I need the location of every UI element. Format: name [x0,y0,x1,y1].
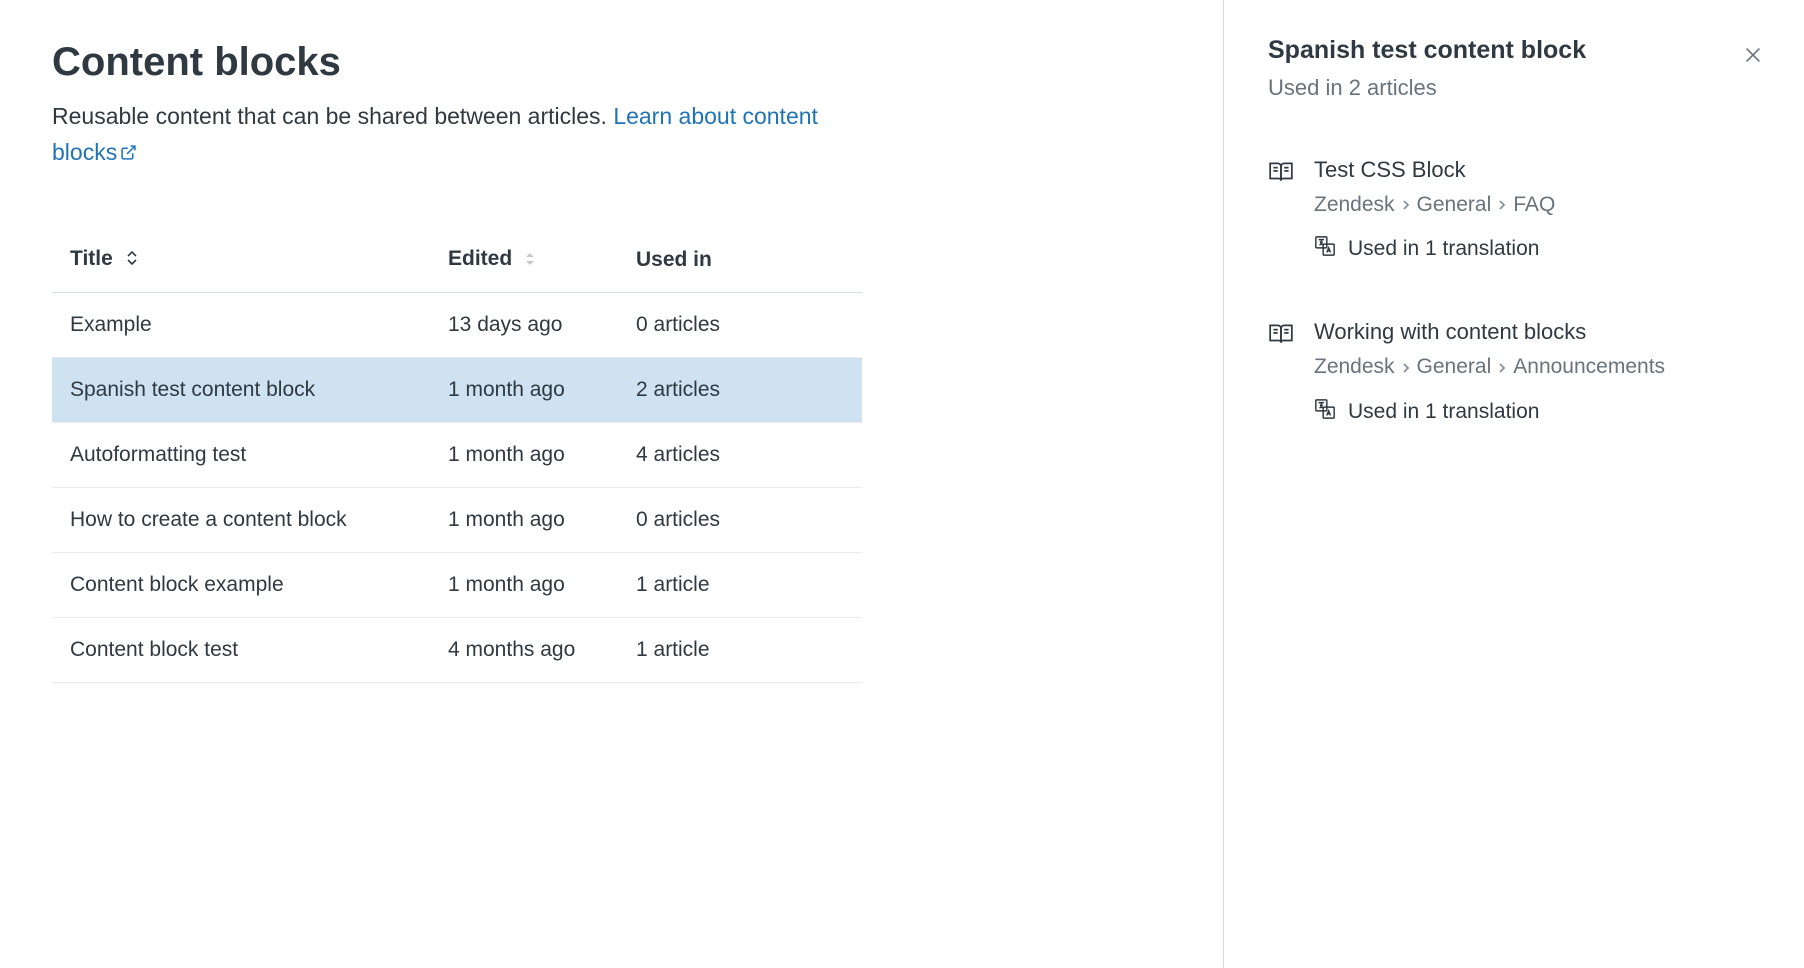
table-cell-edited: 1 month ago [430,422,618,487]
table-cell-used_in: 1 article [618,552,862,617]
chevron-right-icon [1497,193,1507,217]
translation-text: Used in 1 translation [1348,237,1539,261]
table-cell-title: How to create a content block [52,487,430,552]
page-description-text: Reusable content that can be shared betw… [52,103,613,129]
detail-panel: Spanish test content block Used in 2 art… [1224,0,1804,968]
table-cell-edited: 1 month ago [430,552,618,617]
translation-info: Used in 1 translation [1314,235,1764,263]
sort-inactive-icon [524,248,536,272]
article-item[interactable]: Working with content blocks Zendesk Genera… [1268,319,1764,425]
translation-info: Used in 1 translation [1314,398,1764,426]
table-cell-title: Autoformatting test [52,422,430,487]
table-cell-edited: 13 days ago [430,292,618,357]
table-cell-title: Example [52,292,430,357]
book-icon [1268,159,1294,263]
table-cell-title: Spanish test content block [52,357,430,422]
close-icon [1742,50,1764,70]
content-blocks-table: Title Edited Used in [52,231,862,682]
page-description: Reusable content that can be shared betw… [52,99,832,171]
book-icon [1268,321,1294,425]
article-item[interactable]: Test CSS Block Zendesk General FAQ Used in 1… [1268,157,1764,263]
table-cell-edited: 1 month ago [430,487,618,552]
article-body: Working with content blocks Zendesk Genera… [1314,319,1764,425]
panel-subtitle: Used in 2 articles [1268,75,1764,101]
close-button[interactable] [1742,44,1764,71]
table-row[interactable]: Spanish test content block1 month ago2 a… [52,357,862,422]
table-cell-edited: 4 months ago [430,617,618,682]
table-cell-edited: 1 month ago [430,357,618,422]
main-content: Content blocks Reusable content that can… [0,0,1224,968]
table-cell-used_in: 0 articles [618,292,862,357]
breadcrumb-segment[interactable]: Zendesk [1314,193,1395,216]
page-title: Content blocks [52,40,1223,85]
breadcrumb-segment[interactable]: General [1417,193,1492,216]
breadcrumb: Zendesk General Announcements [1314,355,1764,379]
table-row[interactable]: Example13 days ago0 articles [52,292,862,357]
table-cell-used_in: 1 article [618,617,862,682]
sort-active-icon [125,248,139,272]
table-cell-used_in: 2 articles [618,357,862,422]
breadcrumb: Zendesk General FAQ [1314,193,1764,217]
chevron-right-icon [1497,356,1507,380]
article-title: Working with content blocks [1314,319,1764,345]
article-body: Test CSS Block Zendesk General FAQ Used in 1… [1314,157,1764,263]
chevron-right-icon [1401,193,1411,217]
table-row[interactable]: Content block example1 month ago1 articl… [52,552,862,617]
panel-title: Spanish test content block [1268,36,1764,65]
column-header-edited[interactable]: Edited [430,231,618,292]
column-header-title[interactable]: Title [52,231,430,292]
table-cell-used_in: 0 articles [618,487,862,552]
translation-icon [1314,398,1336,426]
table-row[interactable]: Autoformatting test1 month ago4 articles [52,422,862,487]
table-row[interactable]: Content block test4 months ago1 article [52,617,862,682]
table-cell-used_in: 4 articles [618,422,862,487]
table-cell-title: Content block test [52,617,430,682]
breadcrumb-segment[interactable]: FAQ [1513,193,1555,216]
external-link-icon [120,136,137,172]
translation-text: Used in 1 translation [1348,400,1539,424]
chevron-right-icon [1401,356,1411,380]
article-title: Test CSS Block [1314,157,1764,183]
breadcrumb-segment[interactable]: Zendesk [1314,355,1395,378]
table-cell-title: Content block example [52,552,430,617]
breadcrumb-segment[interactable]: Announcements [1513,355,1665,378]
table-row[interactable]: How to create a content block1 month ago… [52,487,862,552]
translation-icon [1314,235,1336,263]
column-header-used-in[interactable]: Used in [618,231,862,292]
breadcrumb-segment[interactable]: General [1417,355,1492,378]
